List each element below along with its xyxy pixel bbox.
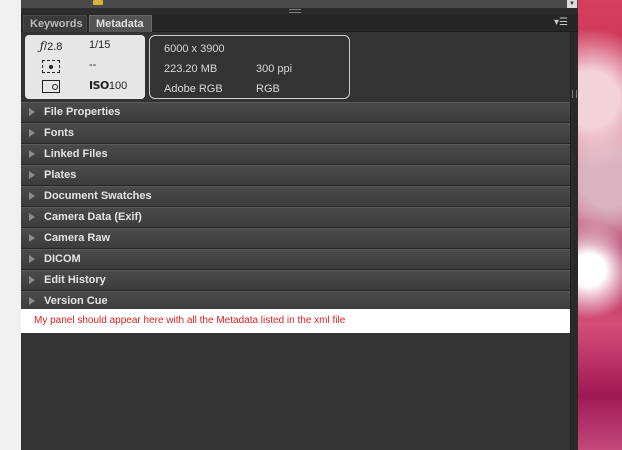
custom-panel-area: My panel should appear here with all the… [21,309,570,333]
expand-triangle-icon[interactable] [29,234,35,242]
scroll-grip-icon[interactable] [572,90,577,98]
camera-settings-box: ƒ/2.8 1/15 -- ISO100 [25,35,145,99]
custom-panel-message: My panel should appear here with all the… [34,315,346,326]
expand-triangle-icon[interactable] [29,276,35,284]
expand-triangle-icon[interactable] [29,108,35,116]
color-mode: RGB [256,83,280,95]
drag-grip-icon[interactable] [289,9,301,13]
section-fonts[interactable]: Fonts [21,123,570,144]
resolution: 300 ppi [256,63,293,75]
metadata-panel: ▼ Keywords Metadata ▾☰ ƒ/2.8 1/15 -- ISO… [21,0,578,450]
image-dimensions: 6000 x 3900 [164,43,225,55]
section-camera-data[interactable]: Camera Data (Exif) [21,207,570,228]
vertical-scrollbar[interactable] [570,32,578,450]
scroll-down-icon[interactable]: ▼ [567,0,577,8]
section-plates[interactable]: Plates [21,165,570,186]
tab-metadata[interactable]: Metadata [89,15,152,32]
section-linked-files[interactable]: Linked Files [21,144,570,165]
panel-menu-icon[interactable]: ▾☰ [554,16,568,30]
section-dicom[interactable]: DICOM [21,249,570,270]
top-strip: ▼ [21,0,578,8]
expand-triangle-icon[interactable] [29,297,35,305]
expand-triangle-icon[interactable] [29,129,35,137]
file-info-box: 6000 x 3900 223.20 MB 300 ppi Adobe RGB … [149,35,350,99]
shutter-value: 1/15 [89,39,111,51]
metadata-sections: File Properties Fonts Linked Files Plate… [21,102,570,312]
aperture-icon: ƒ/2.8 [39,39,63,53]
background-photo [578,0,622,450]
expand-triangle-icon[interactable] [29,150,35,158]
metadata-summary: ƒ/2.8 1/15 -- ISO100 6000 x 3900 223.20 … [21,32,570,102]
color-profile: Adobe RGB [164,83,223,95]
expand-triangle-icon[interactable] [29,255,35,263]
iso-icon: ISO [89,79,109,92]
file-size: 223.20 MB [164,63,218,75]
tab-bar: Keywords Metadata ▾☰ [21,14,578,32]
section-edit-history[interactable]: Edit History [21,270,570,291]
expand-triangle-icon[interactable] [29,171,35,179]
expand-triangle-icon[interactable] [29,192,35,200]
section-document-swatches[interactable]: Document Swatches [21,186,570,207]
iso-value: ISO100 [89,79,128,92]
white-balance-icon [39,79,63,95]
metering-row: -- [25,59,145,79]
aperture-row: ƒ/2.8 1/15 [25,39,145,59]
section-camera-raw[interactable]: Camera Raw [21,228,570,249]
metering-value: -- [89,59,97,71]
tab-keywords[interactable]: Keywords [23,15,87,32]
iso-row: ISO100 [25,79,145,99]
section-file-properties[interactable]: File Properties [21,102,570,123]
left-margin [0,0,21,450]
app-icon [93,0,103,5]
expand-triangle-icon[interactable] [29,213,35,221]
metering-icon [39,59,63,75]
